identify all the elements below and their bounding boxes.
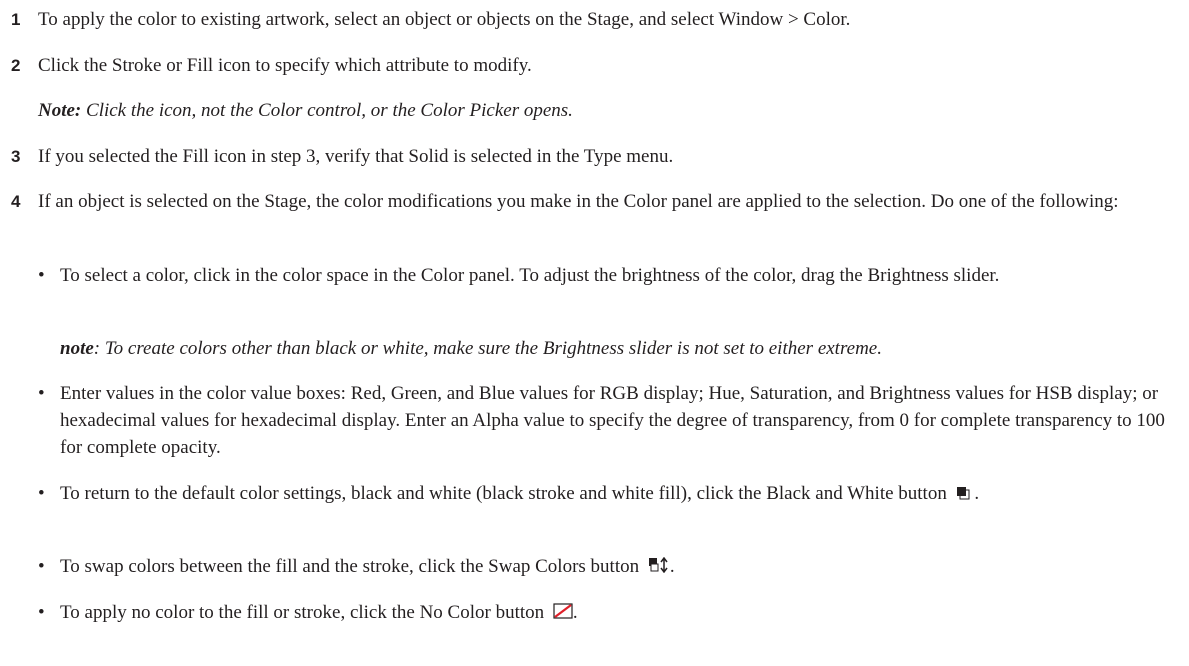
- bullet-item: To return to the default color settings,…: [60, 480, 1185, 508]
- swap-colors-icon: [648, 554, 670, 581]
- step-number: 3: [11, 147, 21, 166]
- bullet-item: To swap colors between the fill and the …: [60, 553, 1185, 581]
- note-text: : To create colors other than black or w…: [93, 338, 882, 359]
- step-number: 2: [11, 56, 21, 75]
- step-text: Click the Stroke or Fill icon to specify…: [38, 55, 532, 76]
- black-and-white-icon: [956, 481, 970, 508]
- bullet: •: [38, 602, 45, 623]
- bullet-text: To select a color, click in the color sp…: [60, 265, 1000, 286]
- note-label: note: [60, 338, 94, 359]
- note-label: Note:: [38, 100, 82, 121]
- bullet-text-end: .: [572, 602, 578, 623]
- bullet: •: [38, 483, 45, 504]
- step-text: To apply the color to existing artwork, …: [38, 9, 851, 30]
- bullet-text: To swap colors between the fill and the …: [60, 556, 640, 577]
- bullet-text-end: .: [669, 556, 675, 577]
- bullet-text: To apply no color to the fill or stroke,…: [60, 602, 545, 623]
- bullet: •: [38, 556, 45, 577]
- note: note: To create colors other than black …: [60, 335, 1185, 362]
- note-text: Click the icon, not the Color control, o…: [81, 100, 573, 121]
- bullet: •: [38, 265, 45, 286]
- step-number: 1: [11, 10, 21, 29]
- bullet-text: To return to the default color settings,…: [60, 483, 947, 504]
- bullet-text-end: .: [969, 483, 980, 504]
- no-color-icon: [553, 600, 573, 627]
- bullet-item: To apply no color to the fill or stroke,…: [60, 599, 1185, 627]
- step-text: If you selected the Fill icon in step 3,…: [38, 146, 674, 167]
- step-number: 4: [11, 192, 21, 211]
- bullet-text: Enter values in the color value boxes: R…: [60, 383, 1165, 458]
- note: Note: Click the icon, not the Color cont…: [38, 97, 1183, 124]
- step-text: If an object is selected on the Stage, t…: [38, 191, 1119, 212]
- bullet: •: [38, 383, 45, 404]
